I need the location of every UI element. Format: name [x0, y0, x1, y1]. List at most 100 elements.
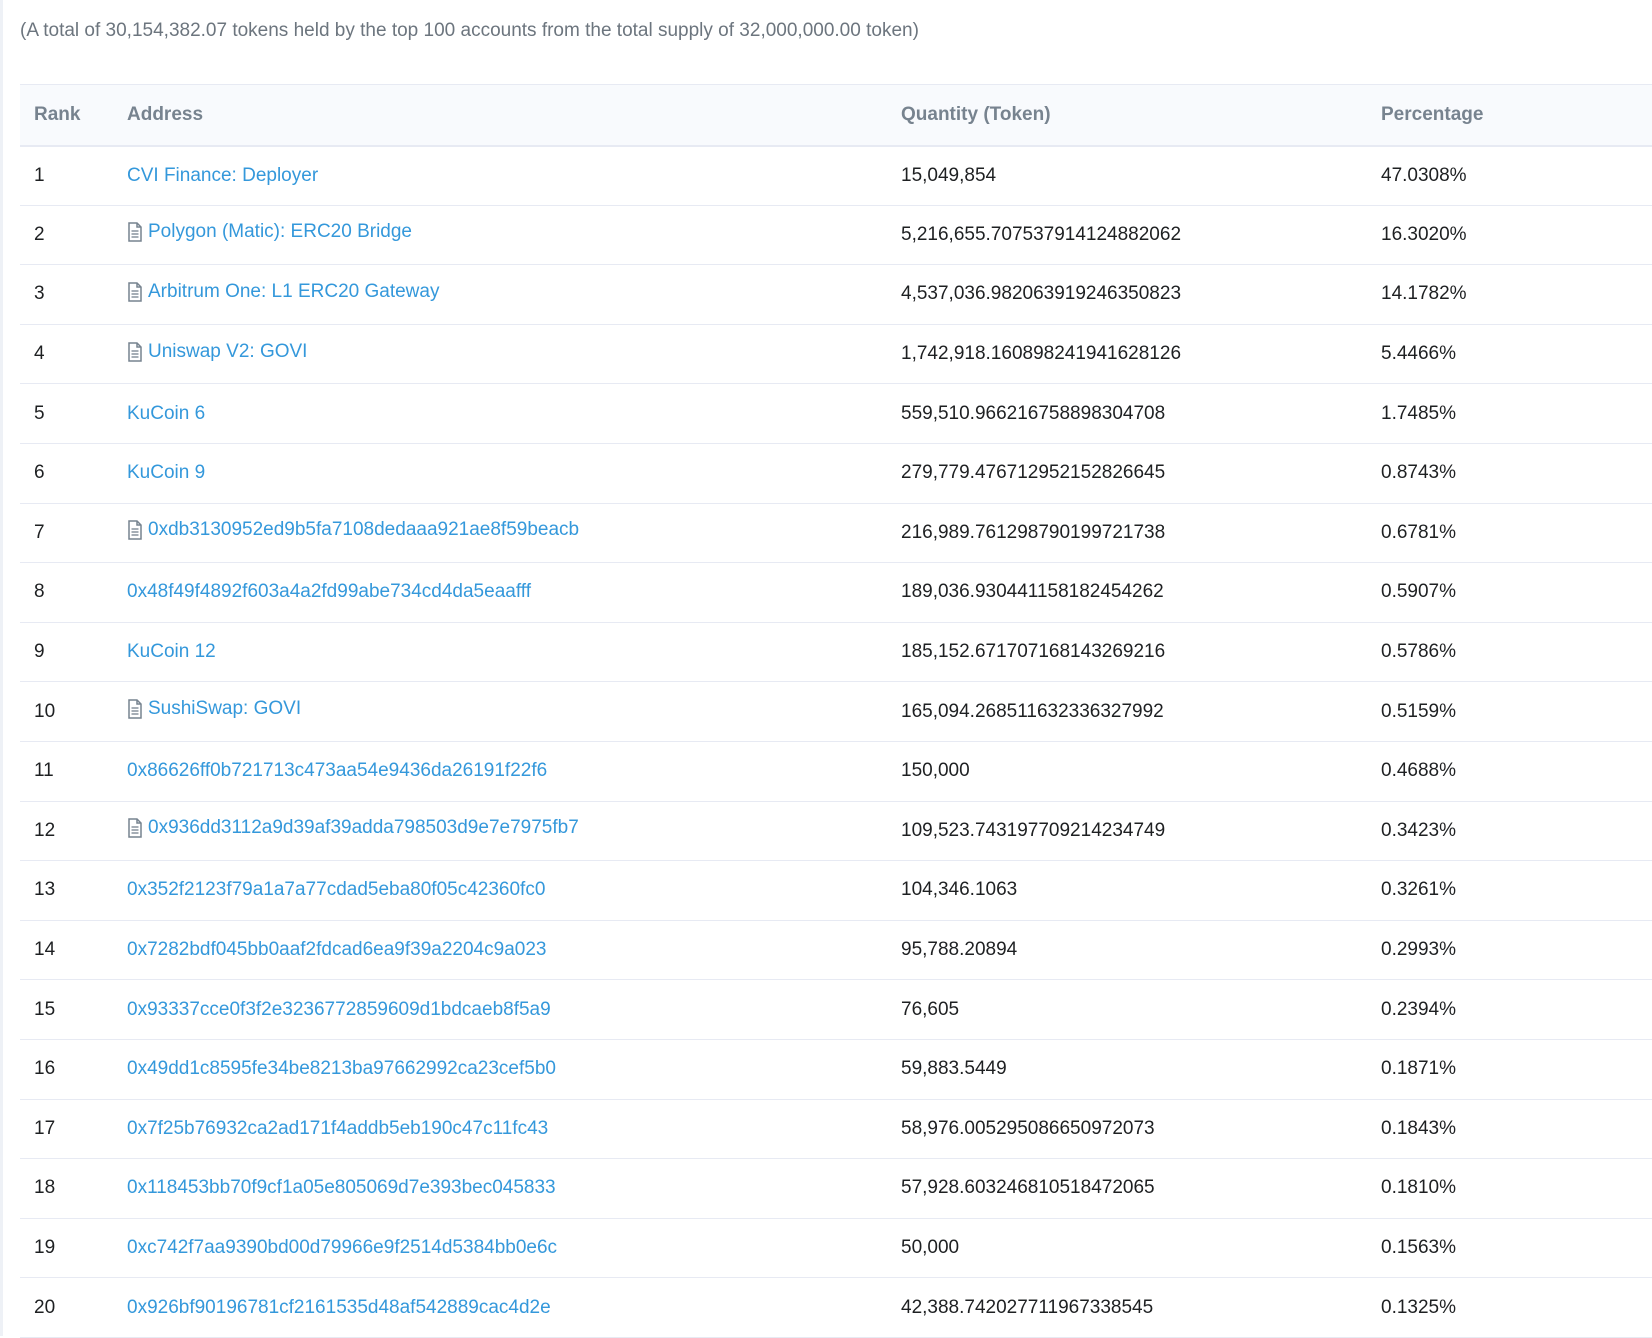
holder-address-link[interactable]: KuCoin 9 [127, 462, 205, 484]
address-cell: 0x48f49f4892f603a4a2fd99abe734cd4da5eaaf… [113, 562, 887, 623]
address-cell: 0xc742f7aa9390bd00d79966e9f2514d5384bb0e… [113, 1218, 887, 1279]
rank-cell: 2 [20, 205, 113, 266]
address-cell: 0x49dd1c8595fe34be8213ba97662992ca23cef5… [113, 1039, 887, 1100]
table-row: 8 0x48f49f4892f603a4a2fd99abe734cd4da5ea… [20, 562, 1652, 623]
quantity-cell: 150,000 [887, 741, 1367, 802]
percentage-value: 47.0308% [1381, 164, 1467, 186]
holder-address-link[interactable]: 0x926bf90196781cf2161535d48af542889cac4d… [127, 1297, 551, 1319]
holder-address-link[interactable]: KuCoin 6 [127, 403, 205, 425]
rank-cell: 16 [20, 1039, 113, 1100]
rank-value: 7 [34, 521, 45, 543]
rank-cell: 9 [20, 622, 113, 683]
quantity-value: 59,883.5449 [901, 1058, 1007, 1080]
table-row: 10 SushiSwap: GOVI 165,094.2685116323363… [20, 681, 1652, 742]
quantity-cell: 5,216,655.707537914124882062 [887, 205, 1367, 266]
holder-address-link[interactable]: SushiSwap: GOVI [127, 698, 301, 720]
quantity-cell: 109,523.743197709214234749 [887, 801, 1367, 862]
quantity-value: 104,346.1063 [901, 879, 1018, 901]
table-row: 19 0xc742f7aa9390bd00d79966e9f2514d5384b… [20, 1218, 1652, 1279]
quantity-cell: 4,537,036.982063919246350823 [887, 264, 1367, 325]
rank-cell: 17 [20, 1099, 113, 1160]
contract-file-icon [127, 341, 143, 362]
quantity-cell: 57,928.603246810518472065 [887, 1158, 1367, 1219]
holder-address-link[interactable]: KuCoin 12 [127, 641, 216, 663]
quantity-value: 185,152.671707168143269216 [901, 641, 1166, 663]
contract-file-icon [127, 818, 143, 839]
token-holders-table: Rank Address Quantity (Token) Percentage… [20, 84, 1652, 1338]
percentage-value: 0.5786% [1381, 641, 1457, 663]
holder-address-link[interactable]: 0xdb3130952ed9b5fa7108dedaaa921ae8f59bea… [127, 519, 579, 541]
rank-value: 19 [34, 1236, 56, 1258]
holder-address-link[interactable]: Arbitrum One: L1 ERC20 Gateway [127, 281, 439, 303]
rank-cell: 18 [20, 1158, 113, 1219]
quantity-cell: 59,883.5449 [887, 1039, 1367, 1100]
quantity-value: 57,928.603246810518472065 [901, 1177, 1155, 1199]
quantity-value: 150,000 [901, 760, 970, 782]
rank-value: 5 [34, 402, 45, 424]
percentage-cell: 0.3423% [1367, 801, 1652, 862]
address-cell: SushiSwap: GOVI [113, 681, 887, 742]
holder-address-link[interactable]: 0x118453bb70f9cf1a05e805069d7e393bec0458… [127, 1177, 556, 1199]
holder-address-link[interactable]: 0x352f2123f79a1a7a77cdad5eba80f05c42360f… [127, 879, 545, 901]
quantity-value: 4,537,036.982063919246350823 [901, 283, 1182, 305]
percentage-value: 0.6781% [1381, 521, 1457, 543]
percentage-value: 0.3261% [1381, 879, 1457, 901]
table-row: 6 KuCoin 9 279,779.476712952152826645 0.… [20, 443, 1652, 504]
table-row: 15 0x93337cce0f3f2e3236772859609d1bdcaeb… [20, 979, 1652, 1040]
holder-address-link[interactable]: 0x86626ff0b721713c473aa54e9436da26191f22… [127, 760, 547, 782]
rank-value: 14 [34, 939, 56, 961]
quantity-value: 279,779.476712952152826645 [901, 462, 1166, 484]
address-cell: KuCoin 6 [113, 383, 887, 444]
holder-address-text: 0x93337cce0f3f2e3236772859609d1bdcaeb8f5… [127, 998, 551, 1020]
percentage-cell: 0.1871% [1367, 1039, 1652, 1100]
contract-file-icon [127, 282, 143, 302]
quantity-cell: 42,388.742027711967338545 [887, 1277, 1367, 1338]
table-row: 11 0x86626ff0b721713c473aa54e9436da26191… [20, 741, 1652, 802]
quantity-value: 58,976.005295086650972073 [901, 1117, 1155, 1139]
holder-address-link[interactable]: Uniswap V2: GOVI [127, 341, 307, 363]
holder-address-text: CVI Finance: Deployer [127, 164, 319, 186]
holder-address-link[interactable]: 0x7282bdf045bb0aaf2fdcad6ea9f39a2204c9a0… [127, 939, 546, 961]
address-cell: 0x86626ff0b721713c473aa54e9436da26191f22… [113, 741, 887, 802]
holder-address-link[interactable]: 0x93337cce0f3f2e3236772859609d1bdcaeb8f5… [127, 999, 551, 1021]
holder-address-link[interactable]: 0x48f49f4892f603a4a2fd99abe734cd4da5eaaf… [127, 581, 531, 603]
address-cell: Polygon (Matic): ERC20 Bridge [113, 205, 887, 266]
holder-address-link[interactable]: CVI Finance: Deployer [127, 165, 318, 187]
holder-address-link[interactable]: 0x936dd3112a9d39af39adda798503d9e7e7975f… [127, 817, 579, 839]
percentage-cell: 0.6781% [1367, 503, 1652, 564]
rank-value: 20 [34, 1296, 56, 1318]
address-cell: 0x7f25b76932ca2ad171f4addb5eb190c47c11fc… [113, 1099, 887, 1160]
holder-address-link[interactable]: 0x7f25b76932ca2ad171f4addb5eb190c47c11fc… [127, 1118, 548, 1140]
quantity-value: 50,000 [901, 1236, 960, 1258]
rank-value: 6 [34, 462, 45, 484]
percentage-cell: 0.3261% [1367, 860, 1652, 921]
quantity-value: 95,788.20894 [901, 939, 1018, 961]
holder-address-text: Polygon (Matic): ERC20 Bridge [148, 221, 412, 243]
contract-file-icon [127, 699, 143, 719]
holder-address-text: 0x352f2123f79a1a7a77cdad5eba80f05c42360f… [127, 879, 546, 901]
table-row: 13 0x352f2123f79a1a7a77cdad5eba80f05c423… [20, 860, 1652, 921]
holder-address-text: KuCoin 9 [127, 462, 206, 484]
rank-value: 17 [34, 1117, 56, 1139]
rank-value: 16 [34, 1058, 56, 1080]
rank-value: 9 [34, 641, 45, 663]
holder-address-text: 0x936dd3112a9d39af39adda798503d9e7e7975f… [148, 817, 579, 839]
quantity-value: 189,036.930441158182454262 [901, 581, 1164, 603]
table-body: 1 CVI Finance: Deployer 15,049,854 47.03… [20, 145, 1652, 1338]
holder-address-link[interactable]: 0x49dd1c8595fe34be8213ba97662992ca23cef5… [127, 1058, 556, 1080]
quantity-cell: 185,152.671707168143269216 [887, 622, 1367, 683]
quantity-cell: 95,788.20894 [887, 920, 1367, 981]
rank-value: 13 [34, 879, 56, 901]
holder-address-link[interactable]: 0xc742f7aa9390bd00d79966e9f2514d5384bb0e… [127, 1237, 557, 1259]
quantity-value: 5,216,655.707537914124882062 [901, 223, 1182, 245]
table-header: Rank Address Quantity (Token) Percentage [20, 84, 1652, 147]
rank-value: 4 [34, 343, 45, 365]
rank-cell: 15 [20, 979, 113, 1040]
percentage-value: 0.4688% [1381, 760, 1457, 782]
percentage-value: 1.7485% [1381, 402, 1457, 424]
rank-cell: 14 [20, 920, 113, 981]
quantity-cell: 1,742,918.160898241941628126 [887, 324, 1367, 385]
holder-address-link[interactable]: Polygon (Matic): ERC20 Bridge [127, 221, 412, 243]
holder-address-text: KuCoin 12 [127, 641, 216, 663]
quantity-cell: 189,036.930441158182454262 [887, 562, 1367, 623]
